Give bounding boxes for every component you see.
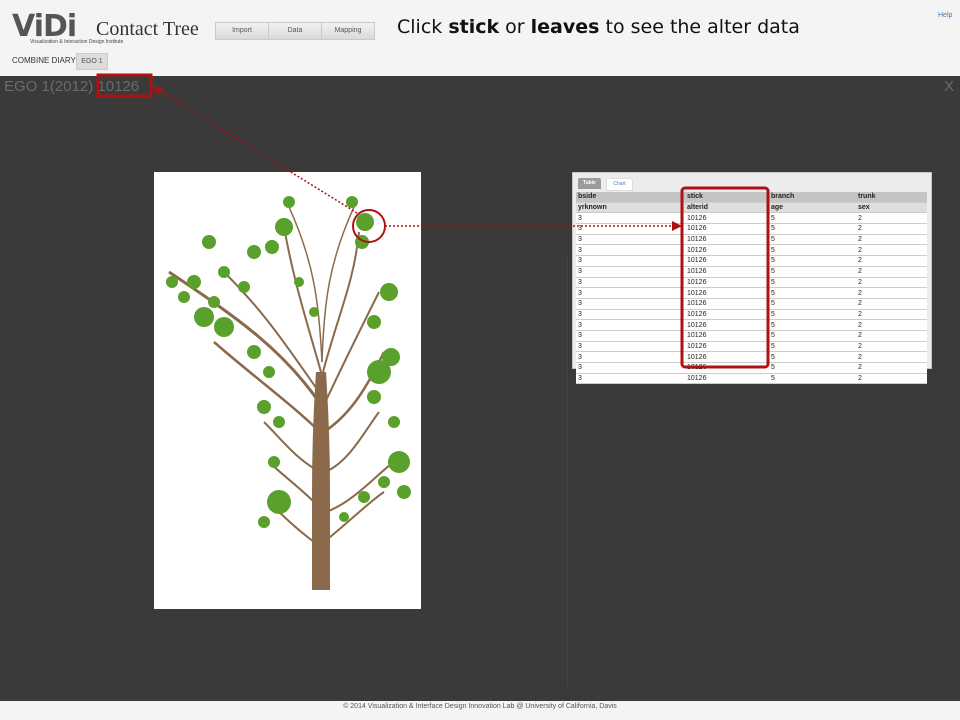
annotation-arrow [156, 88, 358, 214]
ego-id-highlight [96, 73, 153, 98]
alterid-column-highlight [680, 186, 770, 369]
annotation-overlay [96, 73, 770, 369]
arrow-head [151, 86, 163, 95]
leaf-highlight-circle [352, 209, 386, 243]
